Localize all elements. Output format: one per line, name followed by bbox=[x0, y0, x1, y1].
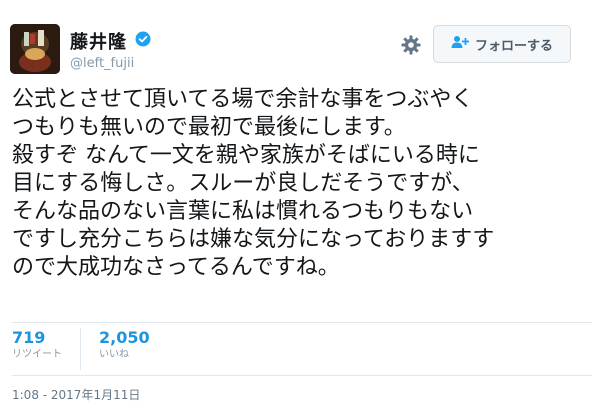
tweet-text-line: つもりも無いので最初で最後にします。 bbox=[12, 115, 406, 140]
follow-button-label: フォローする bbox=[474, 38, 553, 54]
user-name-block[interactable]: 藤井隆 @left_fujii bbox=[70, 28, 151, 71]
tweet-timestamp[interactable]: 1:08 - 2017年1月11日 bbox=[12, 386, 140, 403]
retweet-count: 719 bbox=[12, 328, 46, 347]
user-handle[interactable]: @left_fujii bbox=[70, 56, 151, 71]
tweet-text-line: そんな品のない言葉に私は慣れるつもりもない bbox=[12, 199, 474, 224]
profile-photo-icon bbox=[10, 24, 60, 74]
divider bbox=[12, 322, 592, 323]
tweet-text-line: 公式とさせて頂いてる場で余計な事をつぶやく bbox=[12, 87, 474, 112]
tweet-stats: 719 リツイート 2,050 いいね bbox=[12, 328, 186, 370]
tweet-text-line: 殺すぞ なんて一文を親や家族がそばにいる時に bbox=[12, 143, 480, 168]
retweet-label: リツイート bbox=[12, 349, 62, 360]
follow-button[interactable]: フォローする bbox=[433, 25, 571, 63]
display-name[interactable]: 藤井隆 bbox=[70, 32, 127, 53]
tweet-card: 藤井隆 @left_fujii フォローする 公式とさせて頂いてる場で余計な事を… bbox=[0, 0, 606, 410]
retweet-stat[interactable]: 719 リツイート bbox=[12, 328, 81, 370]
avatar[interactable] bbox=[10, 24, 60, 74]
verified-badge-icon bbox=[135, 31, 151, 51]
tweet-text-line: 目にする悔しさ。スルーが良しだそうですが、 bbox=[12, 171, 474, 196]
like-count: 2,050 bbox=[99, 328, 150, 347]
gear-icon[interactable] bbox=[401, 35, 421, 55]
tweet-text-line: ですし充分こちらは嫌な気分になっておりますす bbox=[12, 227, 495, 252]
tweet-text-line: ので大成功なさってるんですね。 bbox=[12, 255, 340, 280]
divider bbox=[12, 375, 592, 376]
like-stat[interactable]: 2,050 いいね bbox=[99, 328, 168, 370]
person-plus-icon bbox=[451, 35, 469, 53]
like-label: いいね bbox=[99, 349, 129, 360]
tweet-text: 公式とさせて頂いてる場で余計な事をつぶやく つもりも無いので最初で最後にします。… bbox=[12, 86, 592, 282]
